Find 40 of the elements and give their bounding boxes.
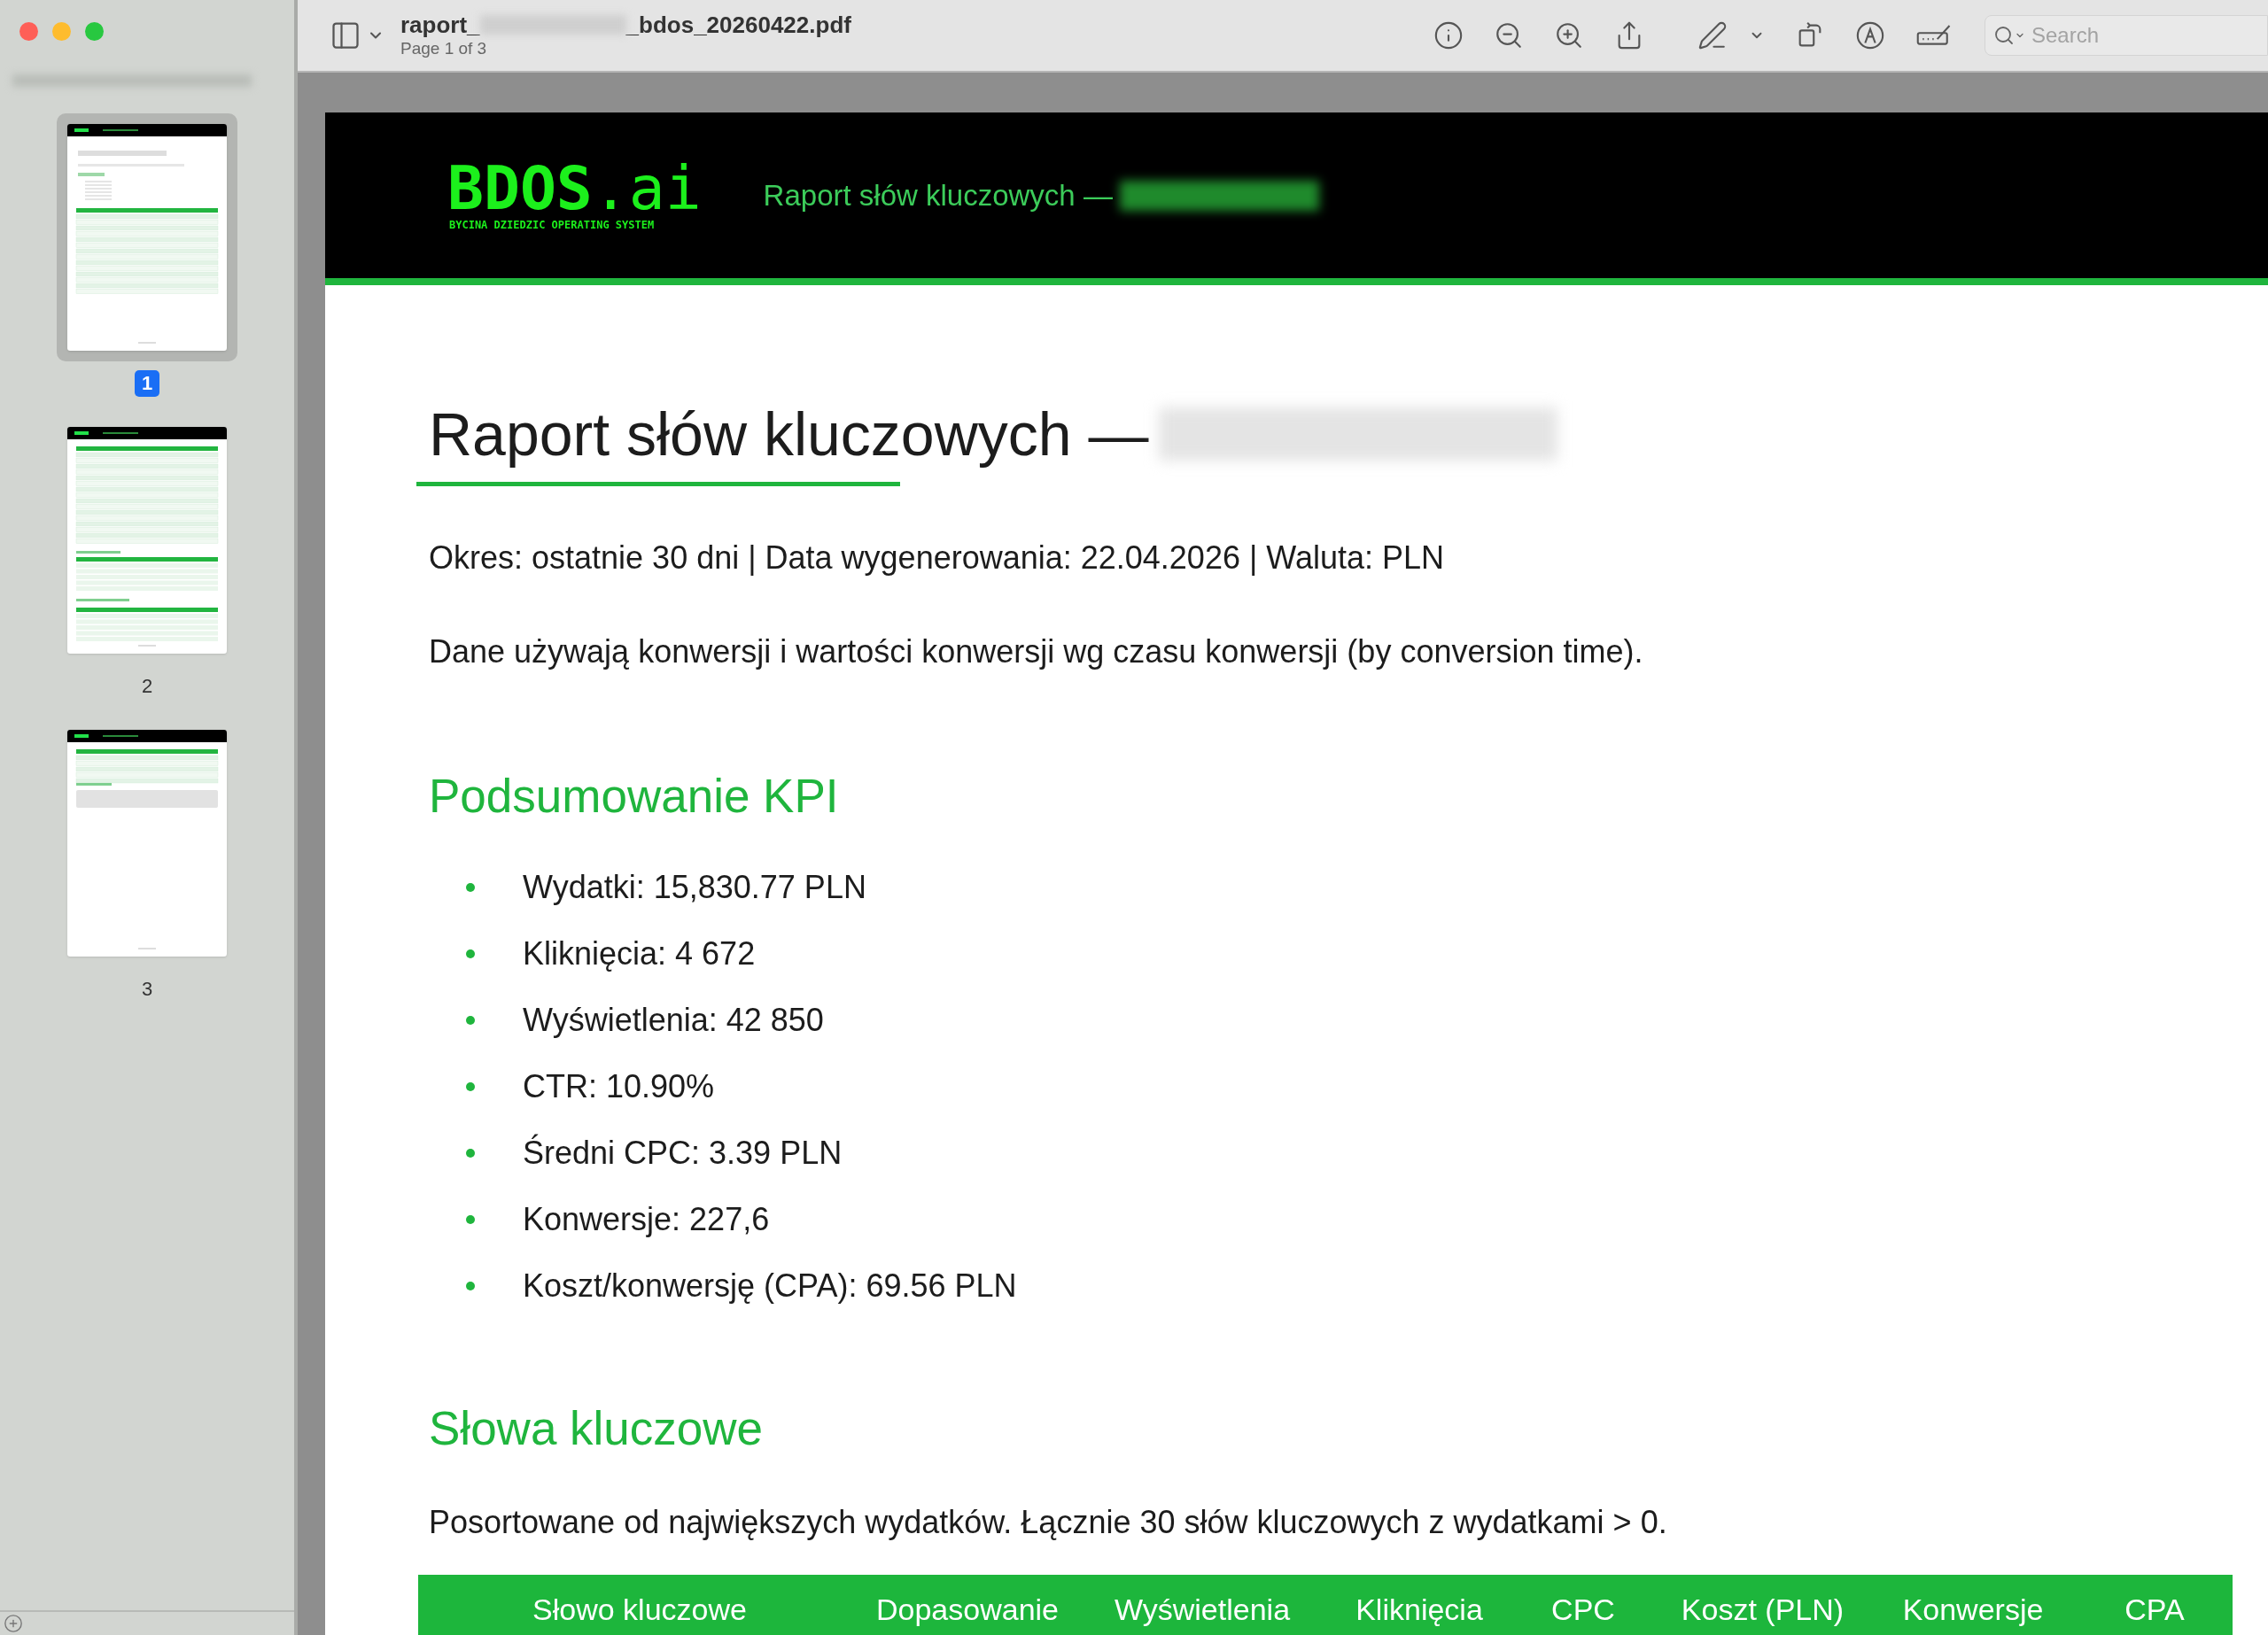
pen-icon[interactable] <box>1697 20 1728 50</box>
page-number: 2 <box>140 674 154 699</box>
kpi-item: Koszt/konwersję (CPA): 69.56 PLN <box>523 1267 1017 1305</box>
column-header: Słowo kluczowe <box>532 1592 748 1628</box>
kpi-item: Konwersje: 227,6 <box>523 1200 770 1238</box>
page-number: 1 <box>134 370 160 397</box>
page-thumbnail[interactable] <box>57 113 237 361</box>
report-note: Dane używają konwersji i wartości konwersji wg czasu konwersji (by conversion time). <box>429 632 1644 671</box>
kpi-item: Wyświetlenia: 42 850 <box>523 1001 824 1039</box>
column-header: Wyświetlenia <box>1113 1592 1292 1628</box>
page-number: 3 <box>140 977 154 1002</box>
markup-icon[interactable] <box>1855 20 1885 50</box>
kpi-item: Średni CPC: 3.39 PLN <box>523 1134 843 1172</box>
add-page-icon[interactable] <box>4 1614 23 1633</box>
search-field[interactable]: Search <box>1984 15 2268 56</box>
sidebar-toggle-icon[interactable] <box>330 19 361 51</box>
column-header: Dopasowanie <box>875 1592 1060 1628</box>
column-header: Konwersje <box>1901 1592 2045 1628</box>
search-icon <box>1993 25 2015 46</box>
section-heading: Słowa kluczowe <box>429 1400 765 1456</box>
document-title: raport_ <box>400 12 480 38</box>
page-indicator: Page 1 of 3 <box>400 38 488 59</box>
column-header: CPA <box>2124 1592 2186 1628</box>
kpi-item: Kliknięcia: 4 672 <box>523 934 756 972</box>
logo: BDOS.ai <box>447 159 702 218</box>
report-meta: Okres: ostatnie 30 dni | Data wygenerowania: 22.04.2026 | Waluta: PLN <box>429 539 1446 577</box>
kpi-item: CTR: 10.90% <box>523 1067 715 1105</box>
section-description: Posortowane od największych wydatków. Łącznie 30 słów kluczowych z wydatkami > 0. <box>429 1503 1668 1542</box>
kpi-item: Wydatki: 15,830.77 PLN <box>523 868 866 906</box>
column-header: CPC <box>1550 1592 1616 1628</box>
info-icon[interactable] <box>1433 20 1464 50</box>
column-header: Kliknięcia <box>1355 1592 1484 1628</box>
column-header: Koszt (PLN) <box>1680 1592 1845 1628</box>
header-subtitle: Raport słów kluczowych — <box>763 177 1113 213</box>
logo-tagline: BYCINA DZIEDZIC OPERATING SYSTEM <box>449 217 656 232</box>
document-title: _bdos_20260422.pdf <box>625 12 851 38</box>
zoom-in-icon[interactable] <box>1554 20 1584 50</box>
section-heading: Podsumowanie KPI <box>429 769 840 824</box>
zoom-out-icon[interactable] <box>1494 20 1524 50</box>
report-title: Raport słów kluczowych — <box>429 399 1149 469</box>
